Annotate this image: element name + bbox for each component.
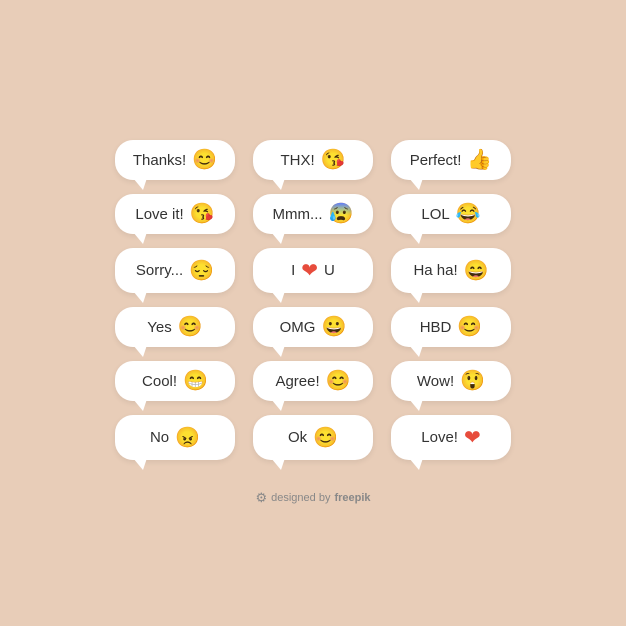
bubble-i-love-u: I ❤ U <box>253 248 373 293</box>
bubble-love-text: Love! <box>421 429 458 446</box>
bubble-perfect-text: Perfect! <box>410 152 462 169</box>
message-grid: Thanks! 😊 THX! 😘 Perfect! 👍 Love it! 😘 M… <box>95 120 531 480</box>
bubble-perfect: Perfect! 👍 <box>391 140 511 180</box>
bubble-thanks-emoji: 😊 <box>192 150 217 170</box>
bubble-sorry: Sorry... 😔 <box>115 248 235 293</box>
bubble-no-emoji: 😠 <box>175 428 200 448</box>
bubble-no-text: No <box>150 429 169 446</box>
heart-love-icon: ❤ <box>464 425 481 450</box>
bubble-wow-emoji: 😲 <box>460 371 485 391</box>
bubble-sorry-emoji: 😔 <box>189 261 214 281</box>
bubble-perfect-emoji: 👍 <box>467 150 492 170</box>
bubble-love-it: Love it! 😘 <box>115 194 235 234</box>
bubble-thanks: Thanks! 😊 <box>115 140 235 180</box>
bubble-love-it-text: Love it! <box>135 206 183 223</box>
bubble-sorry-text: Sorry... <box>136 262 183 279</box>
bubble-haha-emoji: 😄 <box>464 261 489 281</box>
bubble-thx-emoji: 😘 <box>321 150 346 170</box>
bubble-no: No 😠 <box>115 415 235 460</box>
bubble-mmm-emoji: 😰 <box>329 204 354 224</box>
bubble-cool-emoji: 😁 <box>183 371 208 391</box>
bubble-agree-text: Agree! <box>275 373 319 390</box>
bubble-haha-text: Ha ha! <box>413 262 457 279</box>
bubble-yes-text: Yes <box>147 319 171 336</box>
bubble-i-love-u-text2: U <box>324 262 335 279</box>
bubble-yes-emoji: 😊 <box>178 317 203 337</box>
bubble-thx-text: THX! <box>280 152 314 169</box>
bubble-wow: Wow! 😲 <box>391 361 511 401</box>
bubble-lol-emoji: 😂 <box>456 204 481 224</box>
bubble-haha: Ha ha! 😄 <box>391 248 511 293</box>
bubble-thanks-text: Thanks! <box>133 152 186 169</box>
bubble-lol: LOL 😂 <box>391 194 511 234</box>
bubble-wow-text: Wow! <box>417 373 454 390</box>
bubble-i-love-u-text: I <box>291 262 295 279</box>
bubble-cool-text: Cool! <box>142 373 177 390</box>
bubble-ok-emoji: 😊 <box>313 428 338 448</box>
bubble-yes: Yes 😊 <box>115 307 235 347</box>
bubble-mmm: Mmm... 😰 <box>253 194 373 234</box>
footer-text: designed by <box>271 492 330 504</box>
bubble-love: Love! ❤ <box>391 415 511 460</box>
bubble-hbd-emoji: 😊 <box>457 317 482 337</box>
bubble-lol-text: LOL <box>421 206 449 223</box>
bubble-ok: Ok 😊 <box>253 415 373 460</box>
bubble-love-it-emoji: 😘 <box>190 204 215 224</box>
bubble-omg-text: OMG <box>280 319 316 336</box>
bubble-agree-emoji: 😊 <box>326 371 351 391</box>
bubble-agree: Agree! 😊 <box>253 361 373 401</box>
bubble-hbd: HBD 😊 <box>391 307 511 347</box>
bubble-mmm-text: Mmm... <box>273 206 323 223</box>
bubble-ok-text: Ok <box>288 429 307 446</box>
bubble-thx: THX! 😘 <box>253 140 373 180</box>
bubble-omg: OMG 😀 <box>253 307 373 347</box>
heart-icon: ❤ <box>301 258 318 283</box>
bubble-cool: Cool! 😁 <box>115 361 235 401</box>
bubble-omg-emoji: 😀 <box>321 317 346 337</box>
bubble-hbd-text: HBD <box>420 319 452 336</box>
footer: ⚙ designed by freepik <box>255 490 370 506</box>
footer-brand: freepik <box>334 492 370 504</box>
freepik-icon: ⚙ <box>255 490 267 506</box>
